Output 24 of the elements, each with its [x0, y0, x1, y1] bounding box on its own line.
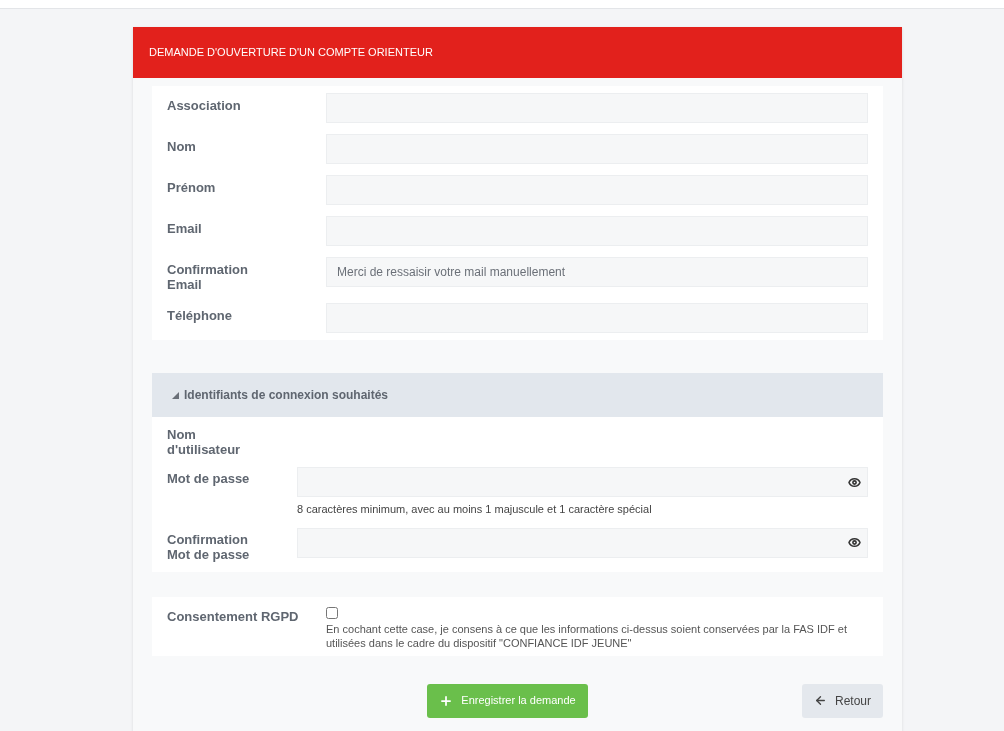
- show-password-icon[interactable]: [848, 475, 861, 489]
- back-button[interactable]: Retour: [801, 683, 883, 718]
- section-title: Identifiants de connexion souhaités: [184, 387, 389, 404]
- field-label: Nom d'utilisateur: [167, 427, 242, 457]
- field-label: Mot de passe: [167, 470, 251, 486]
- field-label: Téléphone: [167, 307, 233, 323]
- password-hint: 8 caractères minimum, avec au moins 1 majuscule et 1 caractère spécial: [297, 502, 653, 517]
- password-field[interactable]: [297, 467, 868, 497]
- consent-checkbox[interactable]: [326, 606, 338, 619]
- field-label: Email: [167, 220, 203, 236]
- section-header[interactable]: Identifiants de connexion souhaités: [152, 373, 883, 417]
- password-field[interactable]: [297, 527, 868, 558]
- field-label: Nom: [167, 138, 197, 154]
- field-label: Consentement RGPD: [167, 607, 300, 624]
- field-label: Confirmation Mot de passe: [167, 530, 251, 562]
- field-label: Prénom: [167, 179, 217, 195]
- consent-text: En cochant cette case, je consens à ce que les informations ci-dessus soient conservées par la FAS IDF et utilisées dans le cadre du dispositif "CONFIANCE IDF JEUNE": [326, 621, 848, 650]
- input-field[interactable]: Merci de ressaisir votre mail manuellement: [326, 257, 868, 287]
- arrow-left-icon: [813, 694, 827, 707]
- plus-icon: [439, 693, 454, 708]
- show-password-icon[interactable]: [848, 536, 861, 549]
- form-title: DEMANDE D'OUVERTURE D'UN COMPTE ORIENTEUR: [149, 45, 433, 61]
- field-label: Association: [167, 97, 242, 113]
- field-label: Confirmation Email: [167, 261, 249, 292]
